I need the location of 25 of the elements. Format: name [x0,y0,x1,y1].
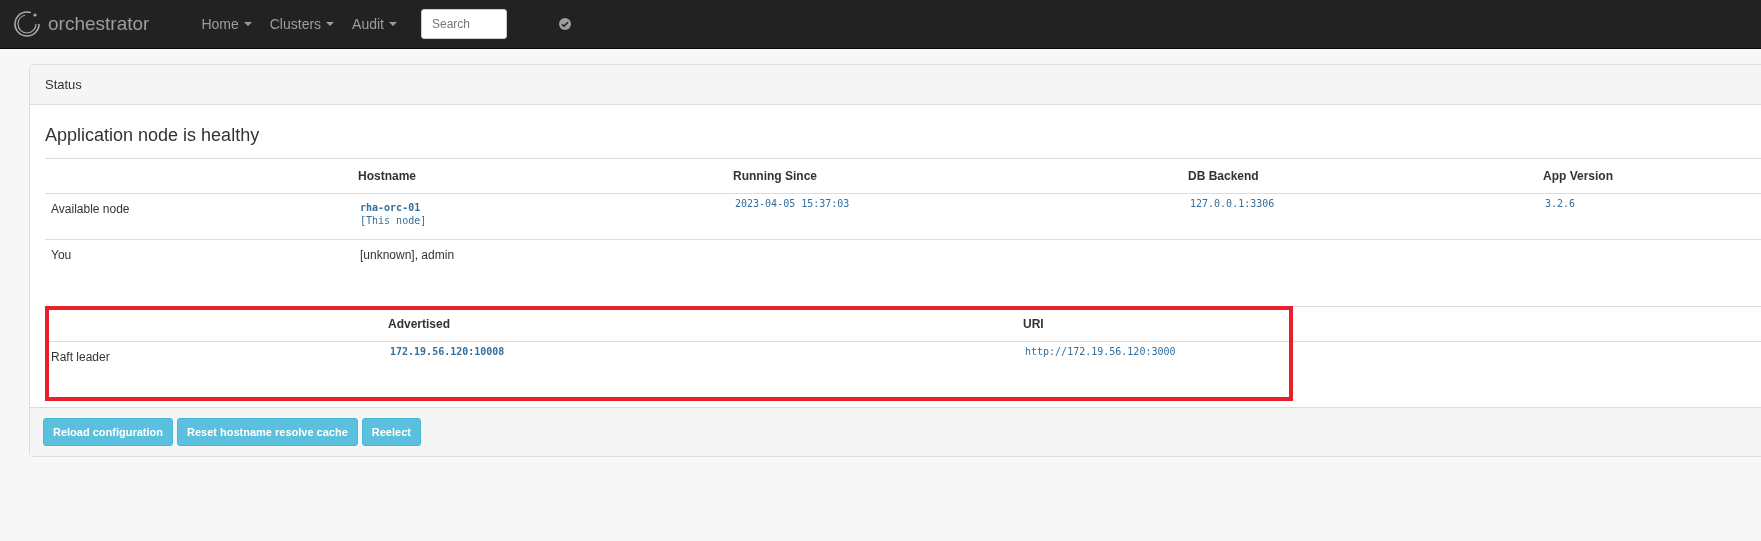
nav-menu[interactable]: Clusters [269,16,335,32]
row-label: Available node [50,201,131,218]
column-header: App Version [1542,168,1614,185]
app-version: 3.2.6 [1544,197,1577,211]
running-since: 2023-04-05 15:37:03 [734,197,851,211]
logo-icon [12,9,42,39]
hostname: [unknown], admin [359,247,456,264]
row-label: You [50,247,73,264]
column-header: Hostname [357,168,417,185]
search-field[interactable]: Search [421,9,507,39]
column-header: DB Backend [1187,168,1260,185]
this-node-note: [This node] [359,214,428,228]
column-header: Running Since [732,168,818,185]
nav-menu[interactable]: Home [201,16,252,32]
health-heading: Application node is healthy [45,125,261,146]
column-header: Advertised [387,316,452,333]
advertised-address: 172.19.56.120:10008 [389,345,506,359]
column-header: URI [1022,316,1045,333]
check-circle-icon[interactable] [559,18,571,30]
row-label: Raft leader [50,349,111,366]
panel-title: Status [30,65,1761,105]
db-backend: 127.0.0.1:3306 [1189,197,1276,211]
nav-menu[interactable]: Audit [352,16,397,32]
hostname: rha-orc-01 [359,201,422,213]
brand-name[interactable]: orchestrator [48,13,150,35]
